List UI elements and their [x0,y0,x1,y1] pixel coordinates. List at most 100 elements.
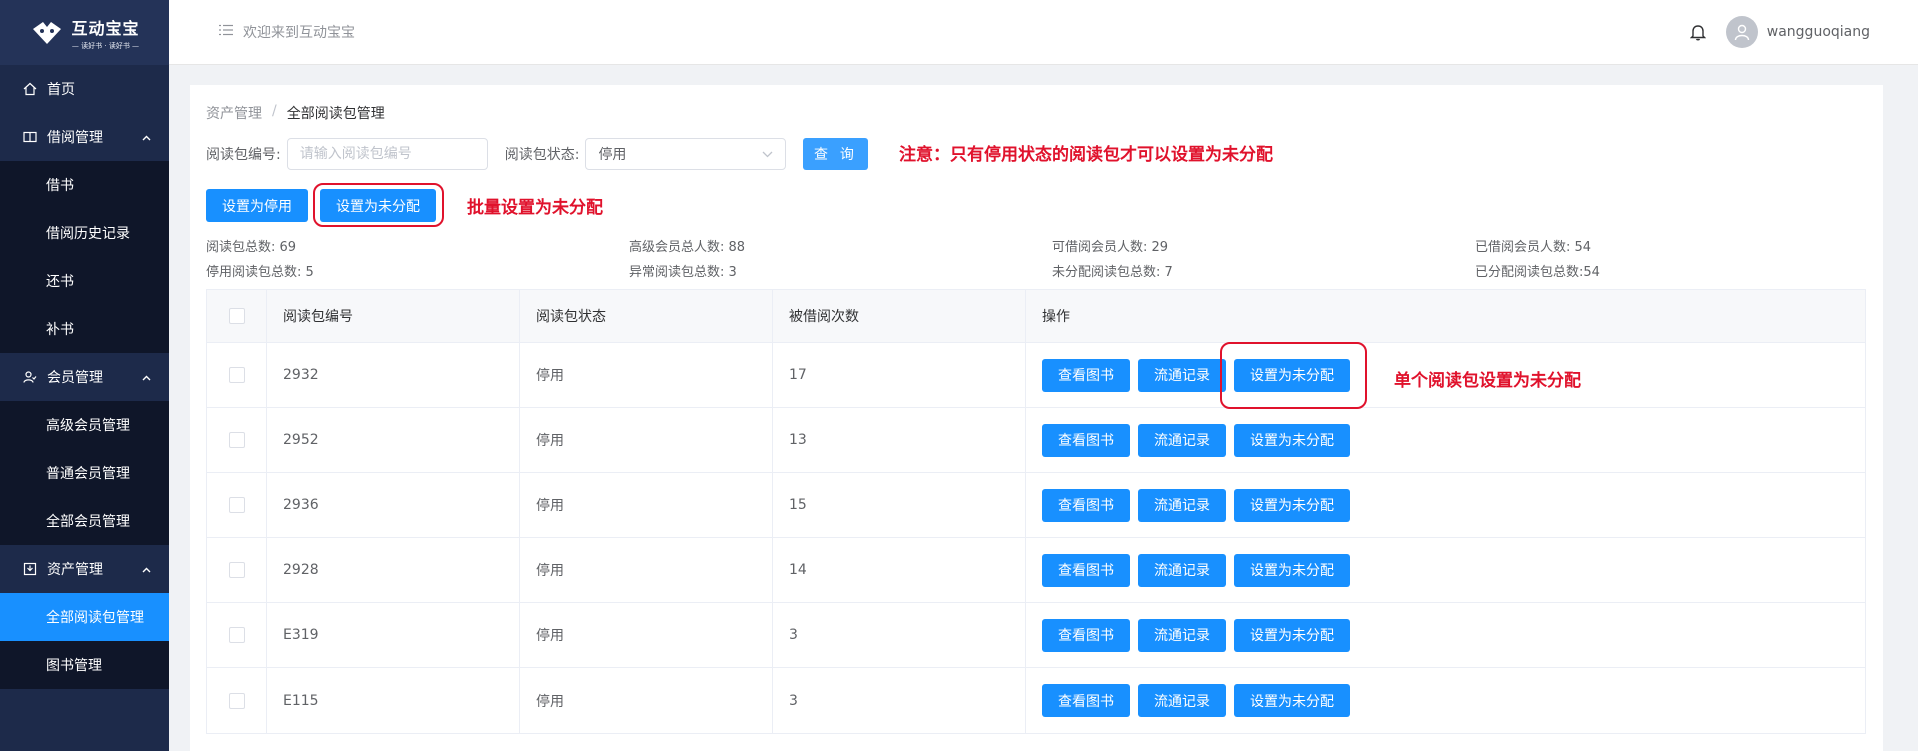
sidebar-item-replace-book[interactable]: 补书 [0,305,169,353]
pack-status-select[interactable]: 停用 [585,138,787,170]
chevron-down-icon [762,146,773,162]
breadcrumb-parent[interactable]: 资产管理 [206,103,262,123]
view-books-button[interactable]: 查看图书 [1042,358,1130,392]
cell-count: 15 [773,473,1026,537]
sidebar-item-all-members[interactable]: 全部会员管理 [0,497,169,545]
circulation-record-button[interactable]: 流通记录 [1138,488,1226,522]
sidebar-item-regular-members[interactable]: 普通会员管理 [0,449,169,497]
table-row: 2936 停用 15 查看图书 流通记录 设置为未分配 [207,473,1865,538]
table-row: E115 停用 3 查看图书 流通记录 设置为未分配 [207,668,1865,733]
sidebar-group-label: 会员管理 [47,370,103,386]
circulation-record-button[interactable]: 流通记录 [1138,553,1226,587]
set-unassigned-button[interactable]: 设置为未分配 [1234,488,1350,522]
row-checkbox[interactable] [228,562,245,578]
view-books-button[interactable]: 查看图书 [1042,423,1130,457]
stat-borrowed-members: 已借阅会员人数: 54 [1475,240,1592,255]
brand-logo-icon [33,21,62,44]
sidebar-group-label: 借阅管理 [47,130,103,146]
set-unassigned-button[interactable]: 设置为未分配 [1234,618,1350,652]
row-checkbox[interactable] [228,367,245,383]
sidebar-item-borrow-book[interactable]: 借书 [0,161,169,209]
chevron-up-icon [142,129,151,145]
breadcrumb-separator: / [272,103,277,119]
username[interactable]: wangguoqiang [1767,24,1870,40]
sidebar-item-label: 图书管理 [46,658,102,674]
row-checkbox[interactable] [228,497,245,513]
set-unassigned-button[interactable]: 设置为未分配 [1234,553,1350,587]
set-unassigned-button[interactable]: 设置为未分配 [1234,423,1350,457]
reading-pack-table: 阅读包编号 阅读包状态 被借阅次数 操作 2932 停用 17 查看图书 流通记… [206,289,1866,734]
cell-code: E115 [267,668,520,733]
sidebar-item-borrow-history[interactable]: 借阅历史记录 [0,209,169,257]
book-icon [22,129,38,145]
stats-summary: 阅读包总数: 69 高级会员总人数: 88 可借阅会员人数: 29 已借阅会员人… [206,236,1866,280]
table-row: 2952 停用 13 查看图书 流通记录 设置为未分配 [207,408,1865,473]
welcome-area: 欢迎来到互动宝宝 [219,22,355,42]
cell-code: E319 [267,603,520,667]
circulation-record-button[interactable]: 流通记录 [1138,423,1226,457]
chevron-up-icon [142,369,151,385]
view-books-button[interactable]: 查看图书 [1042,488,1130,522]
home-icon [22,81,38,97]
stat-abnormal-packs: 异常阅读包总数: 3 [629,265,737,280]
cell-count: 14 [773,538,1026,602]
menu-list-icon[interactable] [219,24,233,40]
row-checkbox[interactable] [228,432,245,448]
set-disabled-button[interactable]: 设置为停用 [206,189,308,222]
sidebar-item-premium-members[interactable]: 高级会员管理 [0,401,169,449]
query-button[interactable]: 查 询 [803,138,869,170]
select-all-checkbox[interactable] [228,308,245,324]
pack-code-input[interactable] [286,138,488,170]
table-header-row: 阅读包编号 阅读包状态 被借阅次数 操作 [207,290,1865,343]
view-books-button[interactable]: 查看图书 [1042,618,1130,652]
sidebar-item-book-management[interactable]: 图书管理 [0,641,169,689]
view-books-button[interactable]: 查看图书 [1042,684,1130,717]
table-row: 2928 停用 14 查看图书 流通记录 设置为未分配 [207,538,1865,603]
cell-status: 停用 [520,343,773,407]
sidebar-group-borrow[interactable]: 借阅管理 [0,113,169,161]
cell-code: 2936 [267,473,520,537]
cell-count: 13 [773,408,1026,472]
filter-bar: 阅读包编号: 阅读包状态: 停用 查 询 [206,138,869,170]
stat-total-packs: 阅读包总数: 69 [206,240,297,255]
circulation-record-button[interactable]: 流通记录 [1138,684,1226,717]
cell-status: 停用 [520,538,773,602]
cell-count: 17 [773,343,1026,407]
top-header: 欢迎来到互动宝宝 wangguoqiang [169,0,1918,65]
sidebar-group-asset[interactable]: 资产管理 [0,545,169,593]
welcome-text: 欢迎来到互动宝宝 [243,25,355,41]
sidebar-item-label: 全部会员管理 [46,514,130,530]
highlight-batch-box [313,183,444,227]
breadcrumb-current: 全部阅读包管理 [286,106,385,122]
cell-status: 停用 [520,603,773,667]
table-row: 2932 停用 17 查看图书 流通记录 设置为未分配 [207,343,1865,408]
pack-status-label: 阅读包状态: [504,147,580,163]
row-checkbox[interactable] [228,692,245,709]
sidebar-item-return-book[interactable]: 还书 [0,257,169,305]
sidebar-item-label: 高级会员管理 [46,418,130,434]
circulation-record-button[interactable]: 流通记录 [1138,618,1226,652]
set-unassigned-button[interactable]: 设置为未分配 [1234,684,1350,717]
annotation-note-single: 单个阅读包设置为未分配 [1394,371,1581,391]
users-icon [22,369,38,385]
main-card: 资产管理 / 全部阅读包管理 阅读包编号: 阅读包状态: 停用 查 询 注意：只… [190,85,1883,751]
sidebar-item-label: 借阅历史记录 [46,226,130,242]
cell-status: 停用 [520,668,773,733]
cell-code: 2932 [267,343,520,407]
bell-icon[interactable] [1689,23,1706,41]
circulation-record-button[interactable]: 流通记录 [1138,358,1226,392]
stat-disabled-packs: 停用阅读包总数: 5 [206,265,314,280]
sidebar-item-label: 还书 [46,274,74,290]
annotation-note-batch: 批量设置为未分配 [467,198,603,218]
view-books-button[interactable]: 查看图书 [1042,553,1130,587]
avatar[interactable] [1725,16,1758,48]
highlight-single-box [1220,342,1367,409]
cell-count: 3 [773,603,1026,667]
sidebar-item-all-reading-packs[interactable]: 全部阅读包管理 [0,593,169,641]
brand-title: 互动宝宝 [71,18,140,38]
sidebar-item-home[interactable]: 首页 [0,65,169,113]
row-checkbox[interactable] [228,627,245,643]
brand-logo[interactable]: 互动宝宝 — 读好书 · 读好书 — [0,0,169,65]
stat-unassigned-packs: 未分配阅读包总数: 7 [1052,265,1173,280]
sidebar-group-member[interactable]: 会员管理 [0,353,169,401]
